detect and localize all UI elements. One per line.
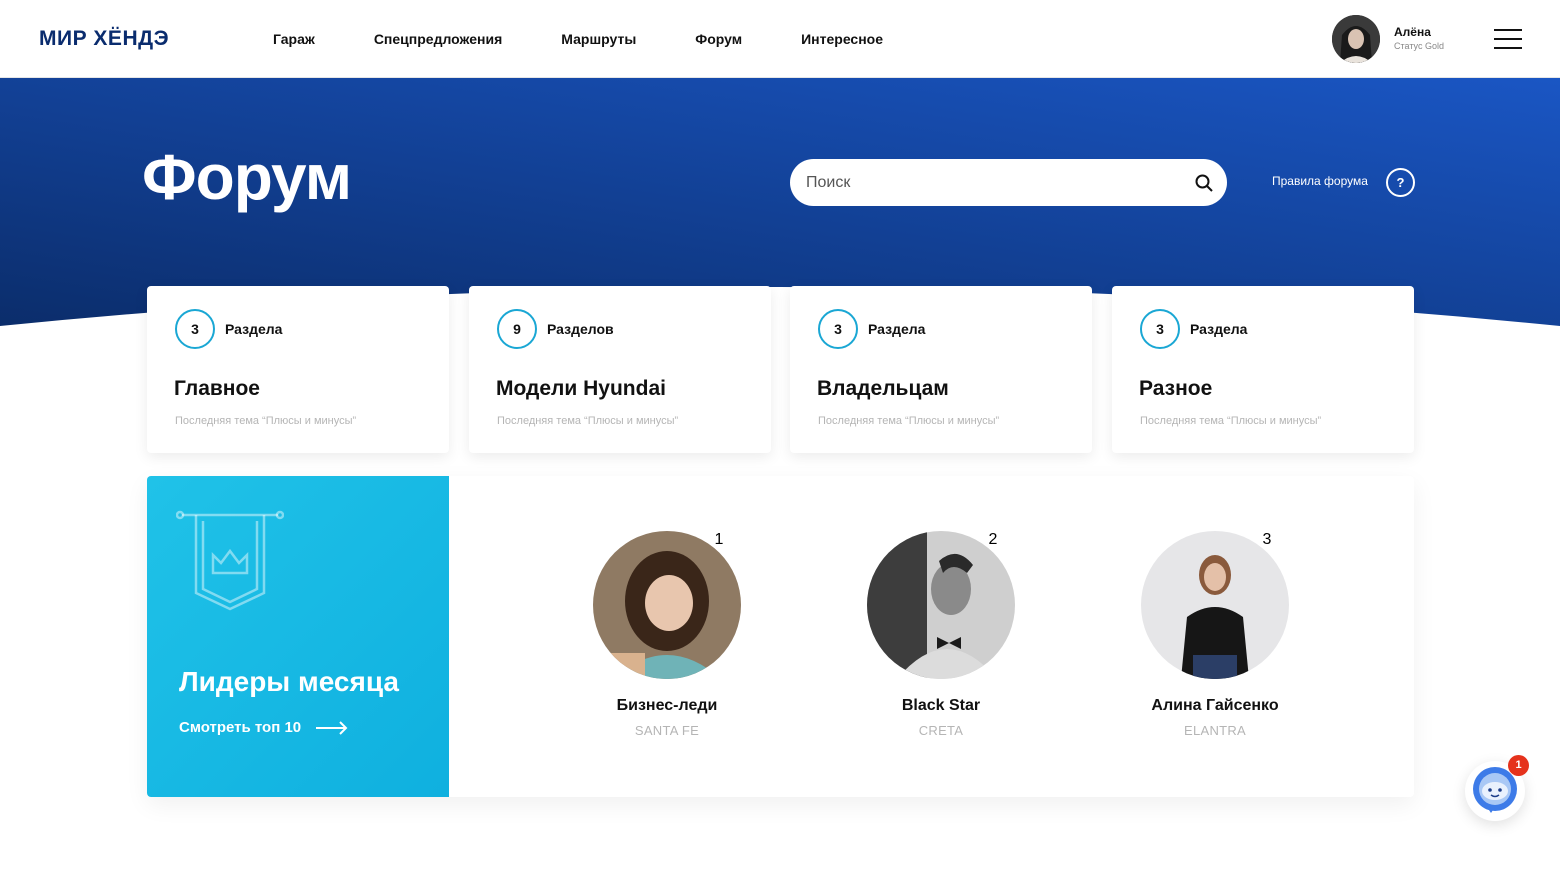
section-count: 3 <box>818 309 858 349</box>
nav-item-routes[interactable]: Маршруты <box>561 31 636 47</box>
search-input[interactable] <box>806 159 1186 206</box>
leader-name[interactable]: Бизнес-леди <box>567 697 767 715</box>
section-count: 9 <box>497 309 537 349</box>
section-title[interactable]: Владельцам <box>817 377 949 401</box>
section-card-owners[interactable]: 3 Раздела Владельцам Последняя тема “Плю… <box>790 286 1092 453</box>
top10-link[interactable]: Смотреть топ 10 <box>179 719 301 736</box>
section-last-topic: Последняя тема “Плюсы и минусы” <box>497 415 679 427</box>
rank-badge: 1 <box>714 531 724 548</box>
nav-item-garage[interactable]: Гараж <box>273 31 315 47</box>
search-icon[interactable] <box>1194 173 1214 193</box>
section-title[interactable]: Главное <box>174 377 260 401</box>
leaders-title: Лидеры месяца <box>179 666 399 697</box>
leader-card-2[interactable]: Black Star CRETA <box>841 531 1041 738</box>
leader-model: CRETA <box>918 723 964 738</box>
help-icon[interactable]: ? <box>1386 168 1415 197</box>
leader-name[interactable]: Алина Гайсенко <box>1115 697 1315 715</box>
section-card-main[interactable]: 3 Раздела Главное Последняя тема “Плюсы … <box>147 286 449 453</box>
arrow-right-icon[interactable] <box>316 721 348 735</box>
section-last-topic: Последняя тема “Плюсы и минусы” <box>818 415 1000 427</box>
main-nav: Гараж Спецпредложения Маршруты Форум Инт… <box>273 31 883 47</box>
page-title: Форум <box>142 141 352 213</box>
nav-item-interesting[interactable]: Интересное <box>801 31 883 47</box>
section-count-label: Раздела <box>1190 321 1248 337</box>
leader-avatar[interactable] <box>1141 531 1289 679</box>
leader-avatar[interactable] <box>593 531 741 679</box>
section-count-label: Раздела <box>225 321 283 337</box>
leader-model: ELANTRA <box>1183 723 1247 738</box>
user-avatar[interactable] <box>1332 15 1380 63</box>
nav-item-offers[interactable]: Спецпредложения <box>374 31 502 47</box>
leader-card-3[interactable]: Алина Гайсенко ELANTRA <box>1115 531 1315 738</box>
top-header: МИР ХЁНДЭ Гараж Спецпредложения Маршруты… <box>0 0 1560 78</box>
leader-card-1[interactable]: Бизнес-леди SANTA FE <box>567 531 767 738</box>
chat-notification-badge: 1 <box>1508 755 1529 776</box>
section-card-models[interactable]: 9 Разделов Модели Hyundai Последняя тема… <box>469 286 771 453</box>
section-title[interactable]: Модели Hyundai <box>496 377 666 401</box>
rank-badge: 2 <box>988 531 998 548</box>
user-name[interactable]: Алёна <box>1394 25 1431 39</box>
user-status: Статус Gold <box>1394 41 1444 51</box>
rank-badge: 3 <box>1262 531 1272 548</box>
forum-rules-link[interactable]: Правила форума <box>1272 174 1368 188</box>
section-last-topic: Последняя тема “Плюсы и минусы” <box>1140 415 1322 427</box>
search-bar[interactable] <box>790 159 1227 206</box>
section-count: 3 <box>175 309 215 349</box>
section-title[interactable]: Разное <box>1139 377 1212 401</box>
leader-avatar[interactable] <box>867 531 1015 679</box>
nav-item-forum[interactable]: Форум <box>695 31 742 47</box>
leader-model: SANTA FE <box>634 723 700 738</box>
section-count: 3 <box>1140 309 1180 349</box>
leader-name[interactable]: Black Star <box>841 697 1041 715</box>
section-last-topic: Последняя тема “Плюсы и минусы” <box>175 415 357 427</box>
site-logo[interactable]: МИР ХЁНДЭ <box>39 27 169 51</box>
menu-icon[interactable] <box>1494 29 1522 49</box>
section-count-label: Разделов <box>547 321 614 337</box>
section-card-misc[interactable]: 3 Раздела Разное Последняя тема “Плюсы и… <box>1112 286 1414 453</box>
crown-banner-icon <box>176 510 284 611</box>
section-count-label: Раздела <box>868 321 926 337</box>
